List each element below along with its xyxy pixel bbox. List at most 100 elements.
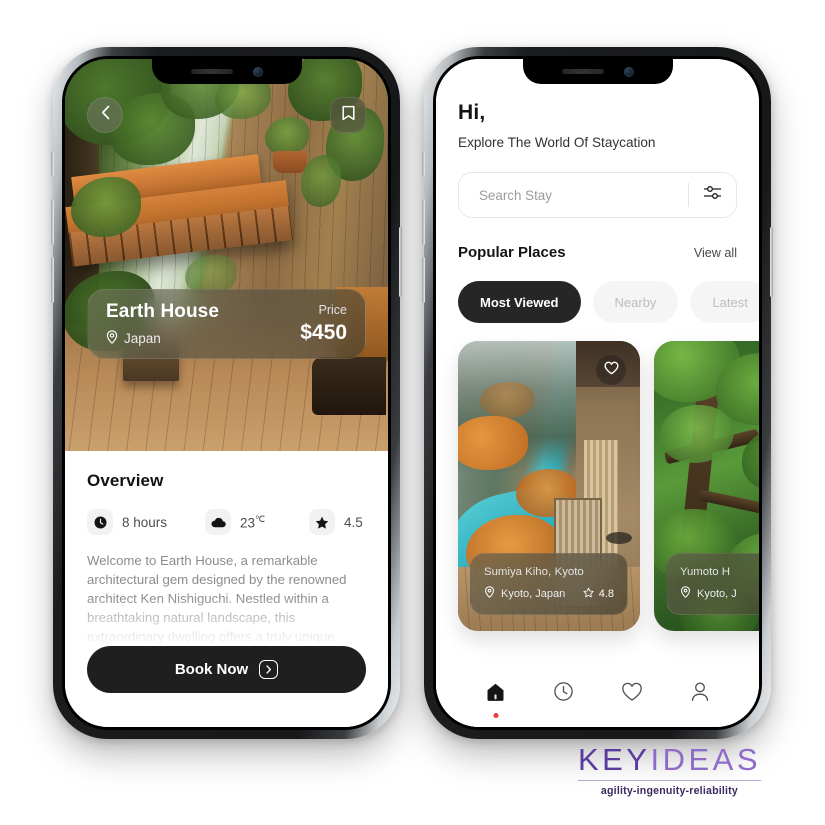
active-indicator-dot [493,712,499,718]
greeting-subtitle: Explore The World Of Staycation [458,135,656,150]
clock-icon [87,509,113,535]
silence-switch[interactable] [51,151,54,177]
card-location-text: Kyoto, J [697,587,737,600]
book-now-label: Book Now [174,661,249,678]
filter-tabs: Most Viewed Nearby Latest [458,281,759,323]
stat-weather-value: 23℃ [240,513,266,531]
plant-pot [273,151,307,173]
screenshot-canvas: Earth House Japan Price $450 Overview 8 … [0,0,825,825]
phone-bezel: Earth House Japan Price $450 Overview 8 … [62,56,391,730]
logo-wordmark: KEYIDEAS [578,744,761,775]
stat-rating-value: 4.5 [344,514,363,530]
hero-toolbar [65,97,388,133]
sliders-icon[interactable] [703,184,722,206]
stat-duration-value: 8 hours [122,514,168,530]
volume-up-button[interactable] [51,199,54,245]
card-rating-text: 4.8 [598,587,614,600]
logo-tagline: agility-ingenuity-reliability [600,785,738,797]
front-camera [252,66,263,77]
property-location: Japan [106,330,219,347]
overview-stats: 8 hours 23℃ 4.5 [87,509,366,535]
card-location-text: Kyoto, Japan [501,587,566,600]
logo-part-ideas: IDEAS [650,742,761,777]
location-pin-icon [484,586,495,601]
home-icon [485,682,506,707]
section-header: Popular Places View all [458,244,737,261]
volume-down-button[interactable] [422,257,425,303]
card-location: Kyoto, Japan [484,586,565,601]
card-meta-row: Kyoto, J [680,586,759,601]
degree-unit: ℃ [255,513,266,524]
place-card[interactable]: Sumiya Kiho, Kyoto Kyoto, Japan 4.8 [458,341,640,631]
location-text: Japan [124,331,161,346]
place-card-list: Sumiya Kiho, Kyoto Kyoto, Japan 4.8 Yumo… [458,341,759,631]
logo-divider [577,780,761,781]
card-title: Sumiya Kiho, Kyoto [484,564,614,578]
heart-icon [604,361,619,380]
silence-switch[interactable] [422,151,425,177]
chevron-left-icon [101,105,110,125]
card-meta-row: Kyoto, Japan 4.8 [484,586,614,601]
card-info-panel: Sumiya Kiho, Kyoto Kyoto, Japan 4.8 [470,553,628,615]
property-description: Welcome to Earth House, a remarkable arc… [87,553,347,644]
book-now-button[interactable]: Book Now [87,646,366,693]
hero-image: Earth House Japan Price $450 [65,59,388,451]
nav-item-favorites[interactable] [621,682,643,707]
speaker-grille [190,69,233,74]
front-camera [623,66,634,77]
detail-screen: Earth House Japan Price $450 Overview 8 … [65,59,388,727]
stat-duration: 8 hours [87,509,205,535]
phone-bezel: Hi, Explore The World Of Staycation Sear… [433,56,762,730]
tab-nearby[interactable]: Nearby [592,281,679,323]
search-bar[interactable]: Search Stay [458,172,737,218]
search-input[interactable]: Search Stay [479,188,688,203]
star-outline-icon [583,587,594,601]
floor-cushion [606,532,632,544]
star-icon [309,509,335,535]
card-info-panel: Yumoto H Kyoto, J [666,553,759,615]
speaker-grille [561,69,604,74]
card-name: Yumoto H [680,566,731,578]
location-pin-icon [106,330,118,347]
search-divider [688,183,689,207]
back-button[interactable] [87,97,123,133]
property-summary-card: Earth House Japan Price $450 [87,289,366,359]
phone-mockup-home: Hi, Explore The World Of Staycation Sear… [422,47,773,739]
bottom-navigation [436,669,759,727]
stat-weather: 23℃ [205,509,309,535]
nav-item-profile[interactable] [690,681,710,707]
property-title: Earth House [106,301,220,322]
heart-icon [621,682,643,707]
location-pin-icon [680,586,691,601]
power-button[interactable] [399,227,402,297]
power-button[interactable] [770,227,773,297]
tab-latest[interactable]: Latest [690,281,759,323]
bookmark-button[interactable] [330,97,366,133]
property-identity: Earth House Japan [106,301,219,347]
card-city: Kyoto [554,566,584,578]
tab-most-viewed[interactable]: Most Viewed [458,281,581,323]
phone-mockup-detail: Earth House Japan Price $450 Overview 8 … [51,47,402,739]
card-rating: 4.8 [583,587,614,601]
property-pricing: Price $450 [300,303,347,345]
card-location: Kyoto, J [680,586,737,601]
bookmark-icon [341,105,355,126]
card-name: Sumiya Kiho, [484,566,552,578]
place-card[interactable]: Yumoto H Kyoto, J [654,341,759,631]
nav-item-home[interactable] [485,682,506,718]
price-value: $450 [300,321,347,344]
home-content: Hi, Explore The World Of Staycation Sear… [436,59,759,727]
overview-heading: Overview [87,471,164,490]
keyideas-logo: KEYIDEAS agility-ingenuity-reliability [577,744,761,797]
stat-rating: 4.5 [309,509,363,535]
home-screen: Hi, Explore The World Of Staycation Sear… [436,59,759,727]
price-label: Price [318,303,347,317]
nav-item-history[interactable] [553,681,574,707]
volume-up-button[interactable] [422,199,425,245]
favorite-button[interactable] [596,355,626,385]
clock-icon [553,681,574,707]
phone-notch [522,59,673,84]
volume-down-button[interactable] [51,257,54,303]
view-all-link[interactable]: View all [694,246,737,260]
cloud-icon [205,509,231,535]
